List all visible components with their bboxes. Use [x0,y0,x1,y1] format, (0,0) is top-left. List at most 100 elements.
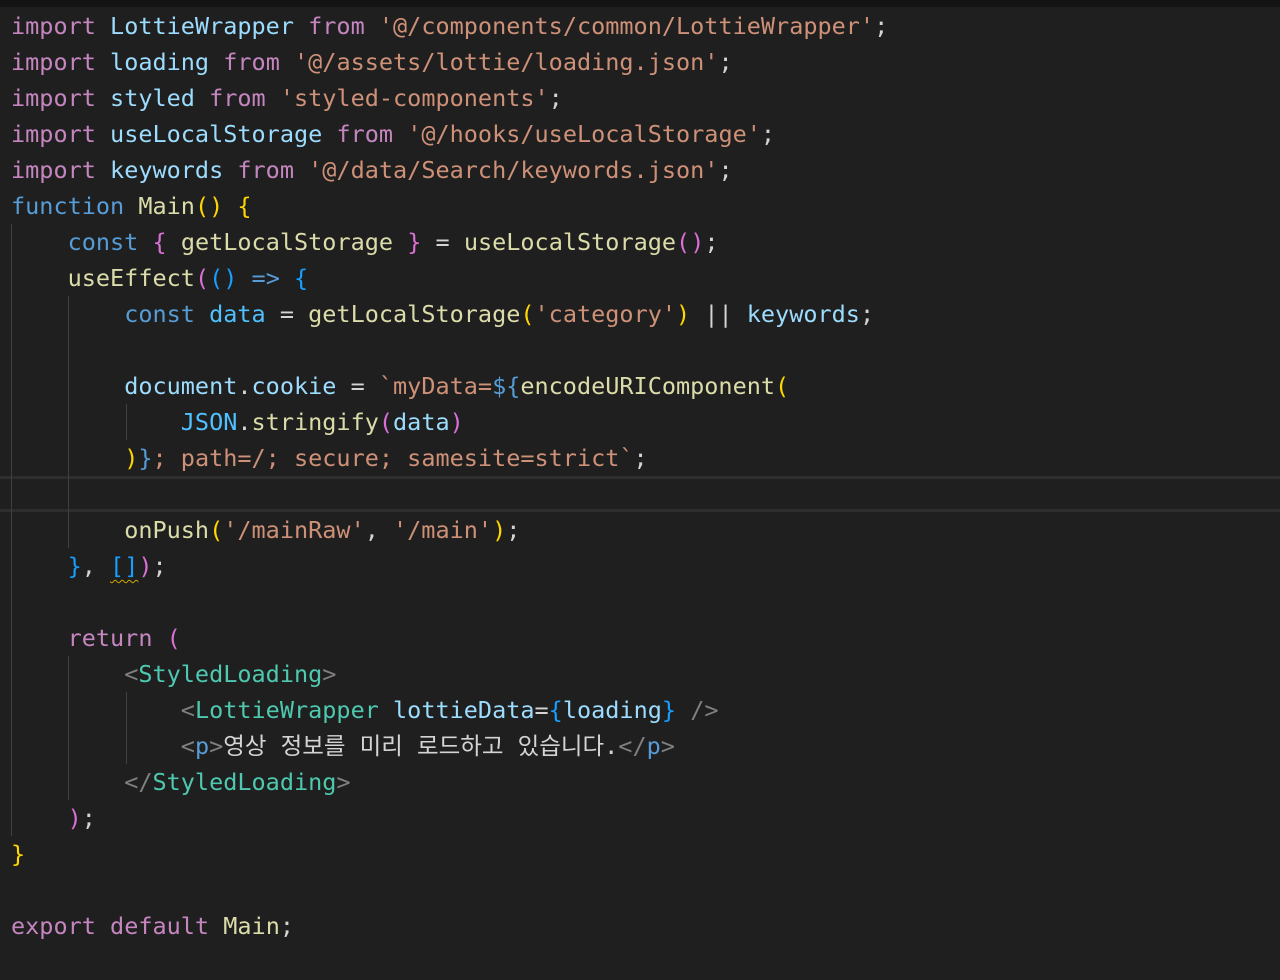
code-line[interactable]: export default Main; [11,908,294,944]
code-line[interactable]: import useLocalStorage from '@/hooks/use… [11,116,775,152]
code-token: ; [633,444,648,472]
code-token: document [124,372,238,400]
code-token: from [336,120,394,148]
code-token: 'category' [534,300,677,328]
code-token: from [223,48,280,76]
code-token: ; [279,912,294,940]
code-token: } [407,228,422,256]
code-line[interactable]: onPush('/mainRaw', '/main'); [11,512,520,548]
code-token: loading [562,696,662,724]
code-token: ; [718,48,733,76]
code-token: ) [676,300,691,328]
code-token: getLocalStorage [180,228,394,256]
code-token: } [661,696,677,724]
code-token: ( [378,408,394,436]
code-line[interactable]: <p>영상 정보를 미리 로드하고 있습니다.</p> [11,728,675,764]
editor-top-edge [0,0,1280,7]
code-token: import [11,120,96,148]
code-line[interactable]: JSON.stringify(data) [11,404,464,440]
code-token: 영상 정보를 미리 로드하고 있습니다. [223,732,619,760]
code-token: ) [138,552,153,580]
code-token: loading [110,48,210,76]
code-token: StyledLoading [152,768,337,796]
code-line[interactable]: import styled from 'styled-components'; [11,80,563,116]
code-token: useEffect [67,264,195,292]
code-line[interactable]: </StyledLoading> [11,764,350,800]
code-token: p [194,732,210,760]
code-token: export [11,912,96,940]
code-token: </ [618,732,647,760]
code-token: > [322,660,337,688]
code-line[interactable]: <StyledLoading> [11,656,336,692]
code-line[interactable]: import keywords from '@/data/Search/keyw… [11,152,733,188]
code-line[interactable]: document.cookie = `myData=${encodeURICom… [11,368,789,404]
code-token: const [67,228,139,256]
code-token: ; [874,12,889,40]
code-token: , [81,552,111,580]
code-token: '@/hooks/useLocalStorage' [407,120,761,148]
code-token: '@/data/Search/keywords.json' [308,156,719,184]
code-line[interactable]: ); [11,800,96,836]
code-line[interactable]: const data = getLocalStorage('category')… [11,296,874,332]
code-token: </ [124,768,153,796]
code-token: ) [124,444,139,472]
code-line[interactable]: import LottieWrapper from '@/components/… [11,8,888,44]
code-token: ; [859,300,875,328]
code-token: { [548,696,563,724]
code-token: = [265,300,309,328]
code-token: < [180,696,195,724]
code-token: ; [718,156,733,184]
code-token: ( [520,300,535,328]
code-token: const [124,300,195,328]
code-line[interactable]: return ( [11,620,181,656]
code-token: import [11,84,96,112]
code-token: ; [81,804,96,832]
code-token: return [67,624,153,652]
code-token: = [534,696,549,724]
code-line[interactable]: const { getLocalStorage } = useLocalStor… [11,224,719,260]
code-line[interactable]: <LottieWrapper lottieData={loading} /> [11,692,719,728]
code-line[interactable]: import loading from '@/assets/lottie/loa… [11,44,733,80]
code-token: < [180,732,195,760]
code-token: () [676,228,705,256]
code-line[interactable]: }, []); [11,548,167,584]
code-token: import [11,156,96,184]
code-token: from [237,156,294,184]
code-token: 'styled-components' [279,84,549,112]
code-token: ; [152,552,167,580]
code-token: ; [506,516,521,544]
code-token: function [11,192,125,220]
code-token: cookie [251,372,337,400]
code-token: lottieData [393,696,535,724]
code-token: < [124,660,139,688]
code-line[interactable]: useEffect(() => { [11,260,309,296]
code-token: data [393,408,450,436]
code-token: ${ [492,372,521,400]
code-line[interactable]: function Main() { [11,188,252,224]
code-line[interactable]: } [11,836,25,872]
code-editor[interactable]: import LottieWrapper from '@/components/… [0,0,1280,980]
code-token: } [67,552,82,580]
code-token: { [152,228,167,256]
code-token: ( [166,624,181,652]
code-token: ) [67,804,82,832]
code-token: from [308,12,365,40]
code-line[interactable]: )}; path=/; secure; samesite=strict`; [11,440,648,476]
code-token: '@/components/common/LottieWrapper' [378,12,875,40]
